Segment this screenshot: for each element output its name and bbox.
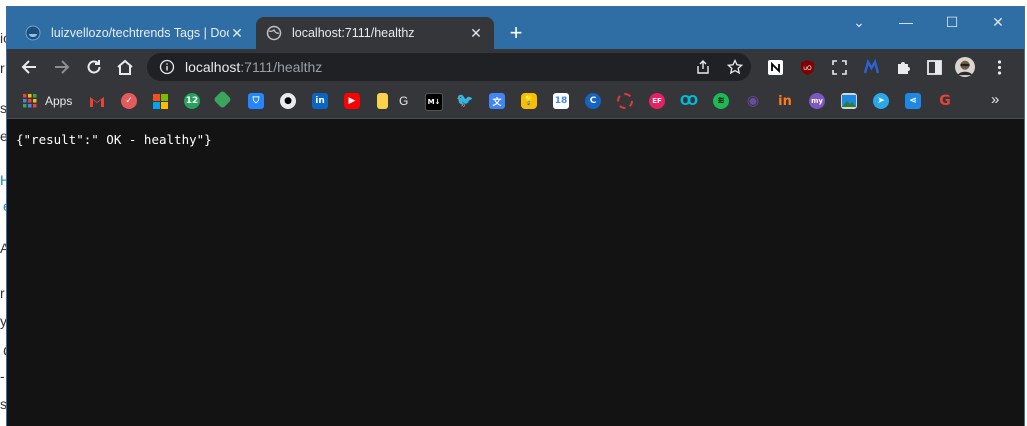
bookmark-star-icon[interactable]	[723, 55, 747, 79]
forward-arrow-icon	[55, 60, 70, 74]
microsoft-icon[interactable]	[152, 93, 168, 109]
json-response-text: {"result":" OK - healthy"}	[16, 132, 212, 147]
more-menu-icon[interactable]	[989, 57, 1009, 77]
malwarebytes-icon[interactable]	[861, 57, 881, 77]
tab-close-icon[interactable]: ✕	[229, 25, 245, 42]
page-content: {"result":" OK - healthy"}	[7, 119, 1024, 426]
bitbucket-icon[interactable]: ⛉	[248, 93, 264, 109]
gmail-icon[interactable]	[89, 93, 105, 109]
background-text-fragment: y	[0, 313, 7, 329]
bookmarks-overflow-chevron-icon[interactable]: »	[991, 91, 999, 108]
my-icon[interactable]: my	[809, 93, 825, 109]
google-translate-icon[interactable]: 文	[489, 93, 505, 109]
whatsapp-icon[interactable]: 12	[184, 93, 200, 109]
minimize-button[interactable]: —	[883, 13, 929, 31]
spotify-icon[interactable]: ≋	[713, 93, 729, 109]
g2-icon[interactable]: G	[937, 93, 953, 109]
youtube-icon[interactable]: ▶	[344, 93, 360, 109]
svg-text:uO: uO	[803, 65, 812, 72]
tab-localhost-healthz[interactable]: localhost:7111/healthz ✕	[256, 17, 494, 49]
back-button[interactable]	[17, 55, 41, 79]
address-bar[interactable]: localhost:7111/healthz	[147, 53, 751, 81]
apps-label[interactable]: Apps	[45, 94, 72, 108]
close-window-button[interactable]: ✕	[975, 13, 1021, 31]
linkedin-icon[interactable]: in	[312, 93, 328, 109]
todoist-check-icon[interactable]: ✓	[121, 93, 137, 109]
reload-button[interactable]	[82, 55, 106, 79]
tab-title: luizvellozo/techtrends Tags | Doc	[51, 26, 229, 40]
tab-search-chevron-down-icon[interactable]: ⌄	[836, 13, 882, 31]
github-icon[interactable]: ●	[280, 93, 296, 109]
background-text-fragment: r	[0, 285, 5, 301]
apps-grid-icon[interactable]	[22, 93, 38, 109]
ublock-origin-icon[interactable]: uO	[797, 57, 817, 77]
feedly-icon[interactable]	[213, 90, 232, 109]
new-tab-button[interactable]: +	[504, 21, 528, 45]
background-text-fragment: r	[0, 60, 5, 76]
google-calendar-icon[interactable]: 18	[553, 93, 569, 109]
browser-window: luizvellozo/techtrends Tags | Doc ✕ loca…	[7, 7, 1024, 426]
bookmark-g-label[interactable]: G	[399, 94, 408, 108]
codeacademy-icon[interactable]: Ꝏ	[680, 93, 698, 109]
site-info-icon[interactable]	[159, 59, 175, 75]
ef-icon[interactable]: EF	[649, 93, 665, 109]
dev-to-icon[interactable]: M↓	[425, 93, 443, 111]
dashed-circle-icon[interactable]	[617, 93, 633, 109]
invision-icon[interactable]: in	[777, 93, 793, 109]
profile-avatar[interactable]	[955, 57, 975, 77]
globe-icon	[266, 25, 282, 41]
tab-strip: luizvellozo/techtrends Tags | Doc ✕ loca…	[7, 7, 1024, 49]
background-text-fragment: s	[0, 100, 7, 116]
tab-docker-hub[interactable]: luizvellozo/techtrends Tags | Doc ✕	[15, 17, 255, 49]
eye-icon[interactable]: ◉	[745, 93, 761, 109]
home-icon	[117, 59, 133, 75]
maximize-button[interactable]: ☐	[929, 13, 975, 31]
telegram-icon[interactable]: ➤	[873, 93, 889, 109]
background-text-fragment: -	[0, 368, 5, 384]
back-arrow-icon	[21, 60, 36, 74]
reload-icon	[87, 60, 101, 74]
screen-capture-icon[interactable]	[829, 57, 849, 77]
codacy-c-icon[interactable]: C	[585, 93, 601, 109]
share-nodes-icon[interactable]: ⋖	[905, 93, 921, 109]
side-panel-icon[interactable]	[924, 57, 944, 77]
toolbar: localhost:7111/healthz uO	[7, 49, 1024, 85]
notion-extension-icon[interactable]	[765, 57, 785, 77]
google-keep-bulb-icon[interactable]: 💡	[521, 93, 537, 109]
google-keep-icon[interactable]	[377, 93, 388, 109]
url-host: localhost	[185, 59, 241, 75]
twitter-icon[interactable]: 🐦	[456, 93, 473, 109]
home-button[interactable]	[113, 55, 137, 79]
landscape-image-icon[interactable]	[841, 93, 857, 109]
share-icon[interactable]	[691, 55, 715, 79]
tab-title: localhost:7111/healthz	[292, 26, 415, 40]
url-path: :7111/healthz	[240, 59, 323, 75]
bookmarks-bar: Apps ✓ 12 ⛉ ● in ▶ G M↓ 🐦 文 💡 18 C EF Ꝏ …	[7, 85, 1024, 119]
tab-close-icon[interactable]: ✕	[468, 25, 484, 42]
extensions-puzzle-icon[interactable]	[893, 57, 913, 77]
forward-button[interactable]	[50, 55, 74, 79]
docker-hub-favicon-icon	[25, 25, 41, 41]
